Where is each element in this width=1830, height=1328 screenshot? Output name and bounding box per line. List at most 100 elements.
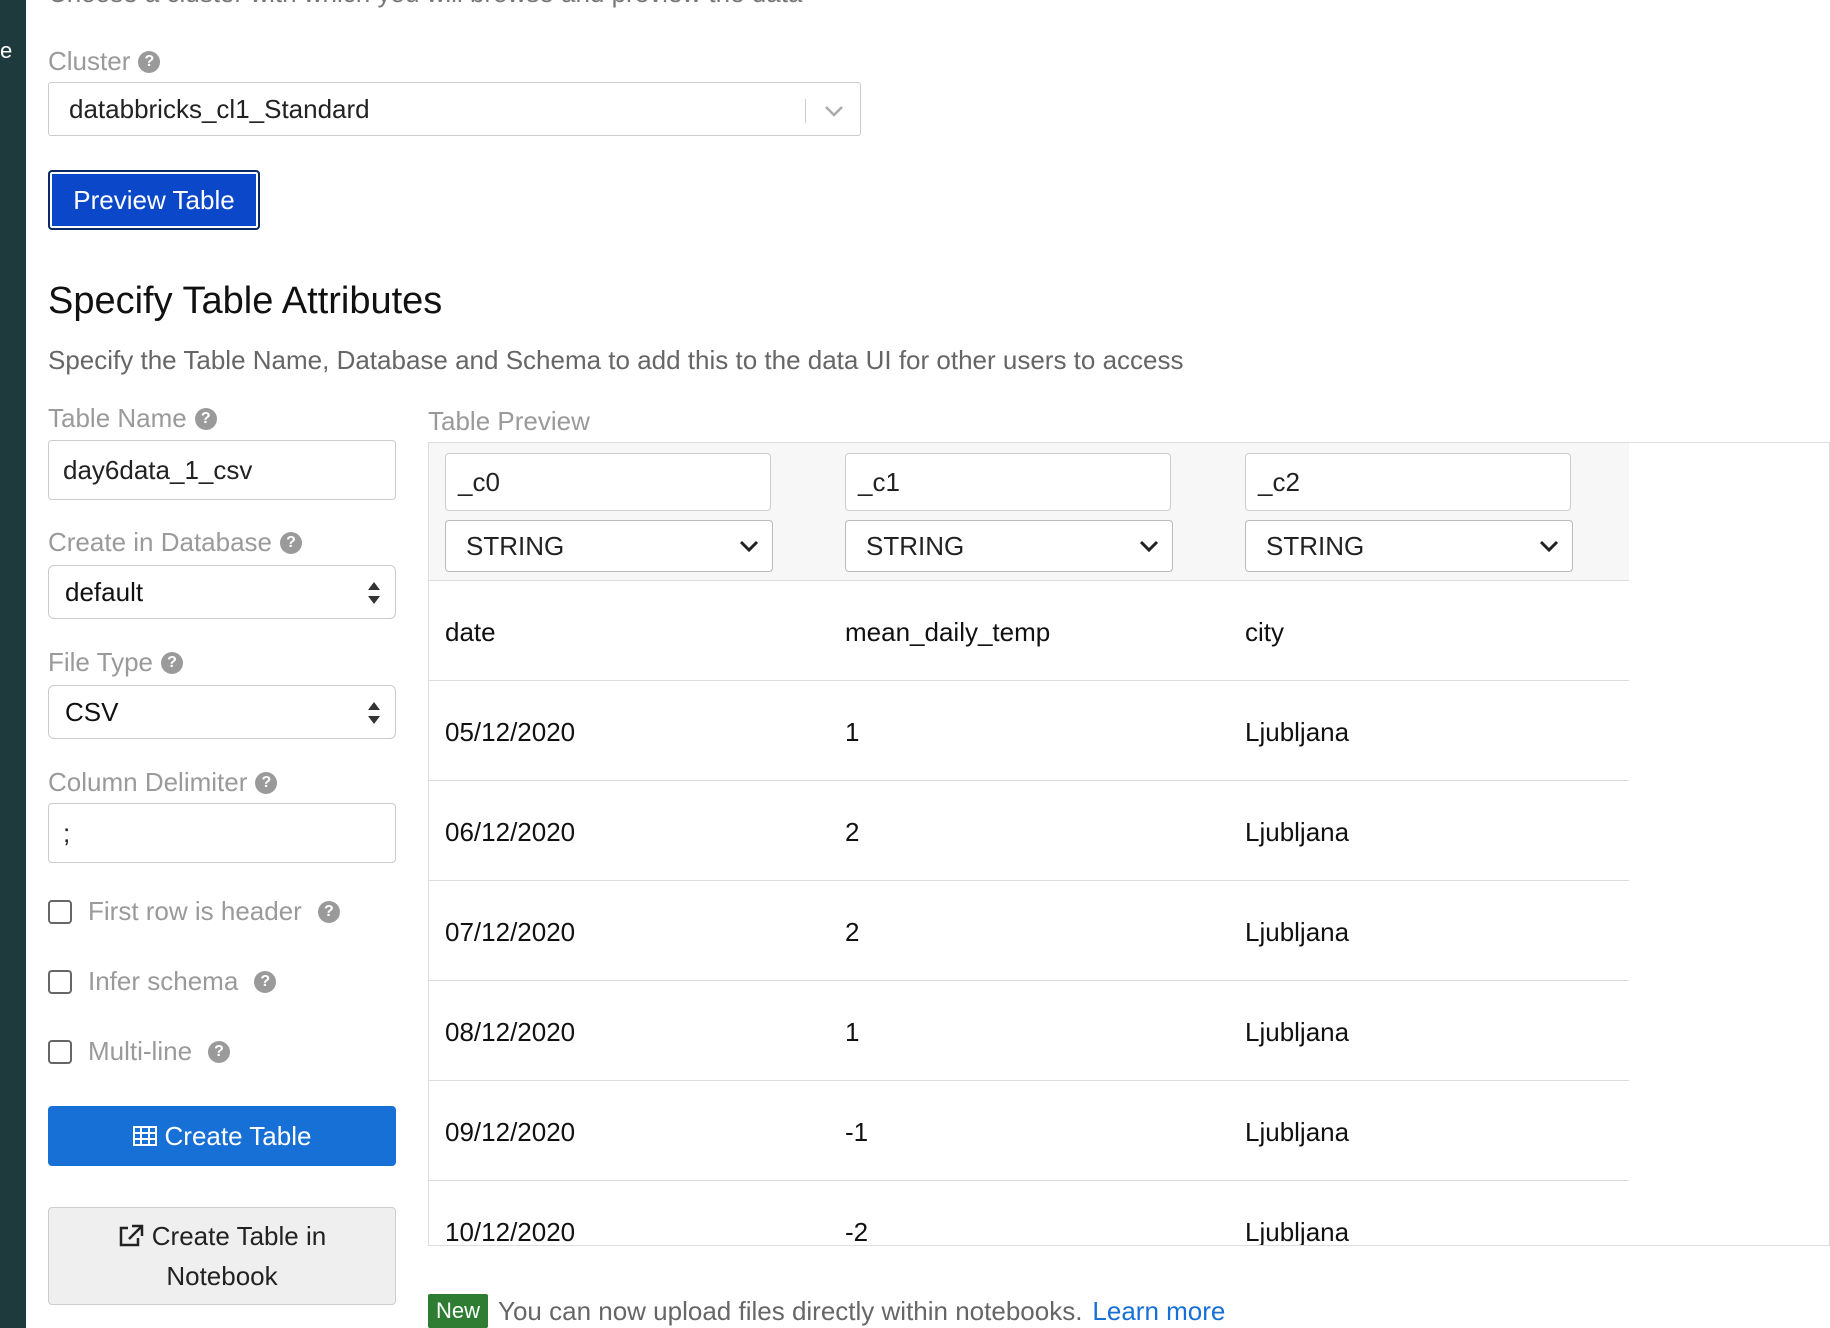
- section-description: Specify the Table Name, Database and Sch…: [48, 345, 1184, 375]
- table-cell: 07/12/2020: [445, 917, 576, 947]
- first-row-header-option[interactable]: First row is header ?: [48, 896, 340, 927]
- table-row: 06/12/2020 2 Ljubljana: [429, 781, 1629, 881]
- multiline-option[interactable]: Multi-line ?: [48, 1036, 231, 1067]
- create-table-in-notebook-button[interactable]: Create Table in Notebook: [48, 1207, 396, 1305]
- table-cell: 09/12/2020: [445, 1117, 576, 1147]
- delimiter-label: Column Delimiter ?: [48, 767, 278, 798]
- table-row: 07/12/2020 2 Ljubljana: [429, 881, 1629, 981]
- column-type-select[interactable]: STRING: [845, 520, 1173, 572]
- table-cell: 10/12/2020: [445, 1217, 576, 1246]
- main-content: Choose a cluster with which you will bro…: [26, 0, 1830, 1328]
- table-name-label: Table Name ?: [48, 403, 217, 434]
- database-label-text: Create in Database: [48, 527, 273, 557]
- table-cell: 1: [845, 1017, 860, 1047]
- cluster-select-value: databbricks_cl1_Standard: [69, 93, 370, 124]
- chevron-down-icon[interactable]: [822, 99, 846, 123]
- left-sidebar: e: [0, 0, 26, 1328]
- notice-text: You can now upload files directly within…: [498, 1295, 1083, 1326]
- first-row-header-checkbox[interactable]: [48, 899, 72, 924]
- database-label: Create in Database ?: [48, 527, 303, 558]
- help-icon[interactable]: ?: [255, 771, 278, 794]
- table-cell: 06/12/2020: [445, 817, 576, 847]
- upload-notice: New You can now upload files directly wi…: [428, 1294, 1225, 1328]
- column-name-input[interactable]: _c1: [845, 453, 1171, 511]
- table-name-input[interactable]: day6data_1_csv: [48, 440, 396, 500]
- table-row: 10/12/2020 -2 Ljubljana: [429, 1181, 1629, 1246]
- table-row: 08/12/2020 1 Ljubljana: [429, 981, 1629, 1081]
- column-type-select[interactable]: STRING: [1245, 520, 1573, 572]
- table-cell: city: [1245, 617, 1284, 647]
- table-cell: 2: [845, 817, 860, 847]
- table-row: 09/12/2020 -1 Ljubljana: [429, 1081, 1629, 1181]
- table-cell: Ljubljana: [1245, 917, 1350, 947]
- multiline-checkbox[interactable]: [48, 1039, 72, 1064]
- infer-schema-option[interactable]: Infer schema ?: [48, 966, 277, 997]
- delimiter-label-text: Column Delimiter: [48, 767, 248, 797]
- help-icon[interactable]: ?: [208, 1040, 231, 1063]
- column-name-input[interactable]: _c0: [445, 453, 771, 511]
- file-type-label: File Type ?: [48, 647, 184, 678]
- column-type-value: STRING: [1266, 530, 1365, 561]
- table-cell: 1: [845, 717, 860, 747]
- select-separator: [805, 99, 806, 123]
- create-table-label: Create Table: [164, 1120, 312, 1151]
- infer-schema-checkbox[interactable]: [48, 969, 72, 994]
- column-name-input[interactable]: _c2: [1245, 453, 1571, 511]
- help-icon[interactable]: ?: [161, 651, 184, 674]
- file-type-select[interactable]: CSV: [48, 685, 396, 739]
- table-cell: 08/12/2020: [445, 1017, 576, 1047]
- notebook-button-line-1: Create Table in: [118, 1216, 326, 1256]
- table-preview: _c0 _c1 _c2 STRING STRING STRING date me…: [428, 442, 1830, 1246]
- chevron-down-icon: [1139, 540, 1159, 553]
- table-name-label-text: Table Name: [48, 403, 187, 433]
- external-link-icon: [119, 1224, 144, 1247]
- file-type-select-value: CSV: [65, 696, 119, 727]
- table-cell: Ljubljana: [1245, 1117, 1350, 1147]
- help-icon[interactable]: ?: [317, 900, 340, 923]
- table-cell: mean_daily_temp: [845, 617, 1051, 647]
- table-cell: Ljubljana: [1245, 817, 1350, 847]
- cluster-select[interactable]: databbricks_cl1_Standard: [48, 82, 861, 136]
- table-cell: Ljubljana: [1245, 1017, 1350, 1047]
- table-icon: [132, 1126, 157, 1146]
- updown-arrows-icon: [368, 702, 380, 724]
- table-cell: 2: [845, 917, 860, 947]
- cluster-label: Cluster ?: [48, 46, 161, 77]
- new-badge: New: [428, 1294, 489, 1328]
- file-type-label-text: File Type: [48, 647, 154, 677]
- updown-arrows-icon: [368, 582, 380, 604]
- multiline-label: Multi-line: [88, 1036, 193, 1066]
- section-title: Specify Table Attributes: [48, 280, 443, 322]
- chevron-down-icon: [739, 540, 759, 553]
- table-preview-label: Table Preview: [428, 406, 590, 436]
- help-icon[interactable]: ?: [254, 970, 277, 993]
- chevron-down-icon: [1539, 540, 1559, 553]
- create-table-button[interactable]: Create Table: [48, 1106, 396, 1166]
- help-icon[interactable]: ?: [138, 50, 161, 73]
- database-select[interactable]: default: [48, 565, 396, 619]
- table-cell: -2: [845, 1217, 869, 1246]
- database-select-value: default: [65, 576, 144, 607]
- table-cell: Ljubljana: [1245, 1217, 1350, 1246]
- delimiter-input[interactable]: ;: [48, 803, 396, 863]
- table-row: date mean_daily_temp city: [429, 581, 1629, 681]
- table-preview-header: _c0 _c1 _c2 STRING STRING STRING: [429, 443, 1629, 581]
- learn-more-link[interactable]: Learn more: [1092, 1296, 1225, 1327]
- help-icon[interactable]: ?: [280, 531, 303, 554]
- table-cell: date: [445, 617, 496, 647]
- notebook-button-text-2: Notebook: [166, 1261, 278, 1291]
- notebook-button-text-1: Create Table in: [151, 1221, 327, 1251]
- infer-schema-label: Infer schema: [88, 966, 239, 996]
- sidebar-edge-text: e: [0, 38, 13, 63]
- column-type-value: STRING: [866, 530, 965, 561]
- table-cell: -1: [845, 1117, 869, 1147]
- cluster-label-text: Cluster: [48, 46, 131, 76]
- column-type-select[interactable]: STRING: [445, 520, 773, 572]
- preview-table-button[interactable]: Preview Table: [48, 170, 260, 230]
- table-cell: 05/12/2020: [445, 717, 576, 747]
- cluster-instruction-text: Choose a cluster with which you will bro…: [48, 0, 802, 9]
- first-row-header-label: First row is header: [88, 896, 302, 926]
- table-row: 05/12/2020 1 Ljubljana: [429, 681, 1629, 781]
- table-cell: Ljubljana: [1245, 717, 1350, 747]
- help-icon[interactable]: ?: [194, 407, 217, 430]
